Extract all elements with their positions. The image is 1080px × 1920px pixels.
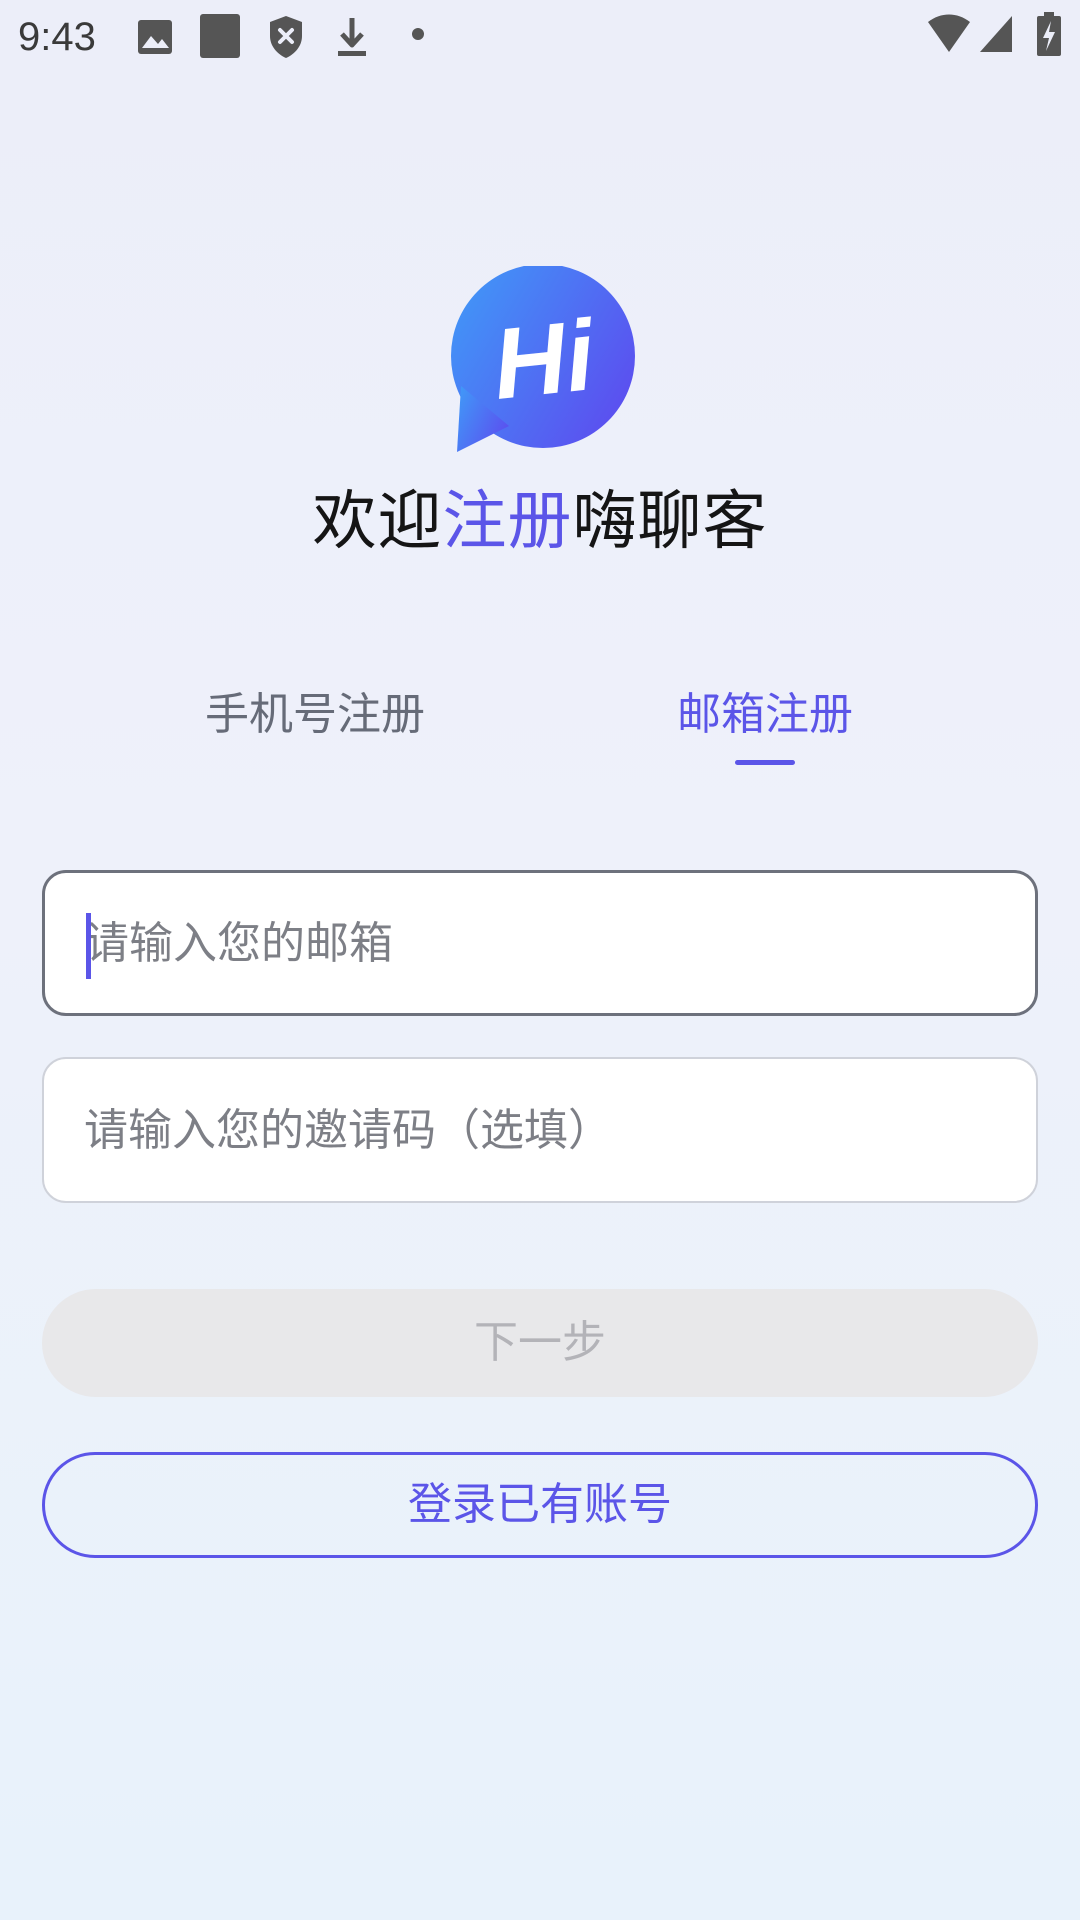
title-register: 注册 — [442, 485, 573, 559]
text-caret — [86, 913, 91, 979]
logo-text: Hi — [488, 299, 601, 421]
page-title: 欢迎注册嗨聊客 — [0, 482, 1080, 562]
wifi-icon — [926, 14, 972, 54]
tab-phone-register[interactable]: 手机号注册 — [190, 680, 440, 750]
next-step-button[interactable]: 下一步 — [42, 1289, 1038, 1397]
signal-icon — [978, 14, 1014, 54]
image-icon — [136, 14, 174, 60]
title-app-name: 嗨聊客 — [572, 485, 768, 559]
invite-code-input[interactable] — [84, 1059, 984, 1201]
square-icon — [198, 14, 242, 60]
email-input[interactable] — [85, 873, 985, 1013]
email-field[interactable] — [42, 870, 1038, 1016]
download-icon — [334, 14, 370, 60]
app-logo: Hi — [443, 264, 639, 454]
shield-icon — [268, 14, 304, 60]
status-time: 9:43 — [18, 15, 96, 59]
login-existing-account-button[interactable]: 登录已有账号 — [42, 1452, 1038, 1558]
dot-icon — [410, 26, 426, 42]
invite-code-field[interactable] — [42, 1057, 1038, 1203]
battery-icon — [1036, 12, 1062, 56]
active-tab-indicator — [735, 760, 795, 765]
status-bar: 9:43 — [0, 0, 1080, 76]
tab-email-register[interactable]: 邮箱注册 — [655, 680, 875, 750]
title-welcome: 欢迎 — [312, 485, 443, 559]
